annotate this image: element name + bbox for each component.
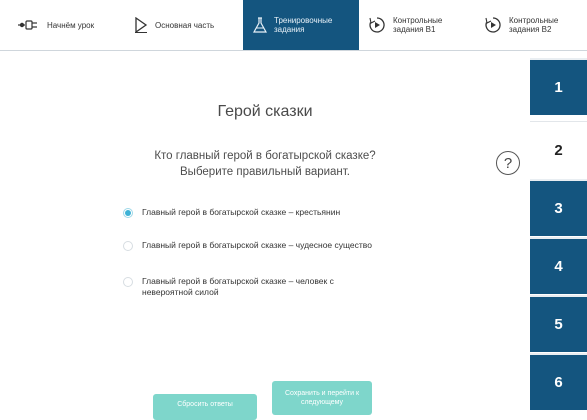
- answer-option[interactable]: Главный герой в богатырской сказке – чуд…: [123, 240, 402, 251]
- reset-answers-button[interactable]: Сбросить ответы: [153, 394, 257, 420]
- plug-icon: [18, 19, 40, 31]
- play-icon: [134, 17, 148, 33]
- flask-icon: [253, 16, 267, 34]
- timer-icon: [484, 16, 502, 34]
- sidebar-item-6[interactable]: 6: [530, 353, 587, 410]
- sidebar-item-5[interactable]: 5: [530, 295, 587, 352]
- radio-button[interactable]: [123, 241, 133, 251]
- nav-item-label: Начнём урок: [47, 20, 95, 30]
- nav-item-start-lesson[interactable]: Начнём урок: [18, 0, 118, 50]
- answer-option-label: Главный герой в богатырской сказке – чуд…: [142, 240, 372, 250]
- nav-item-label: Основная часть: [155, 20, 215, 30]
- reset-answers-label: Сбросить ответы: [177, 400, 233, 408]
- nav-item-control-b1[interactable]: Контрольные задания В1: [368, 0, 478, 50]
- answer-option-label: Главный герой в богатырской сказке – чел…: [142, 276, 334, 297]
- help-button[interactable]: ?: [496, 151, 520, 175]
- sidebar-item-3[interactable]: 3: [530, 179, 587, 236]
- radio-button[interactable]: [123, 208, 133, 218]
- nav-item-label: Контрольные задания В1: [393, 16, 443, 34]
- question-line: Выберите правильный вариант.: [180, 166, 350, 178]
- nav-item-training-tasks[interactable]: Тренировочные задания: [243, 0, 359, 50]
- task-number-sidebar: 1 2 3 4 5 6: [530, 51, 587, 410]
- top-navigation: Начнём урок Основная часть Тренировочные…: [0, 0, 587, 51]
- save-and-next-label: Сохранить и перейти к следующему: [284, 390, 360, 406]
- sidebar-item-4[interactable]: 4: [530, 237, 587, 294]
- question-text: Кто главный герой в богатырской сказке? …: [0, 148, 530, 180]
- timer-icon: [368, 16, 386, 34]
- page-title: Герой сказки: [217, 103, 313, 120]
- nav-item-label: Контрольные задания В2: [509, 16, 559, 34]
- answer-option-label: Главный герой в богатырской сказке – кре…: [142, 207, 341, 217]
- sidebar-item-2[interactable]: 2: [530, 121, 587, 178]
- question-line: Кто главный герой в богатырской сказке?: [154, 150, 376, 162]
- answer-option[interactable]: Главный герой в богатырской сказке – чел…: [123, 276, 377, 298]
- sidebar-item-1[interactable]: 1: [530, 58, 587, 115]
- question-mark-icon: ?: [503, 154, 513, 172]
- nav-item-control-b2[interactable]: Контрольные задания В2: [484, 0, 587, 50]
- save-and-next-button[interactable]: Сохранить и перейти к следующему: [272, 381, 372, 415]
- answer-option[interactable]: Главный герой в богатырской сказке – кре…: [123, 207, 402, 218]
- nav-item-label: Тренировочные задания: [274, 16, 333, 34]
- nav-item-main-part[interactable]: Основная часть: [134, 0, 239, 50]
- radio-button[interactable]: [123, 277, 133, 287]
